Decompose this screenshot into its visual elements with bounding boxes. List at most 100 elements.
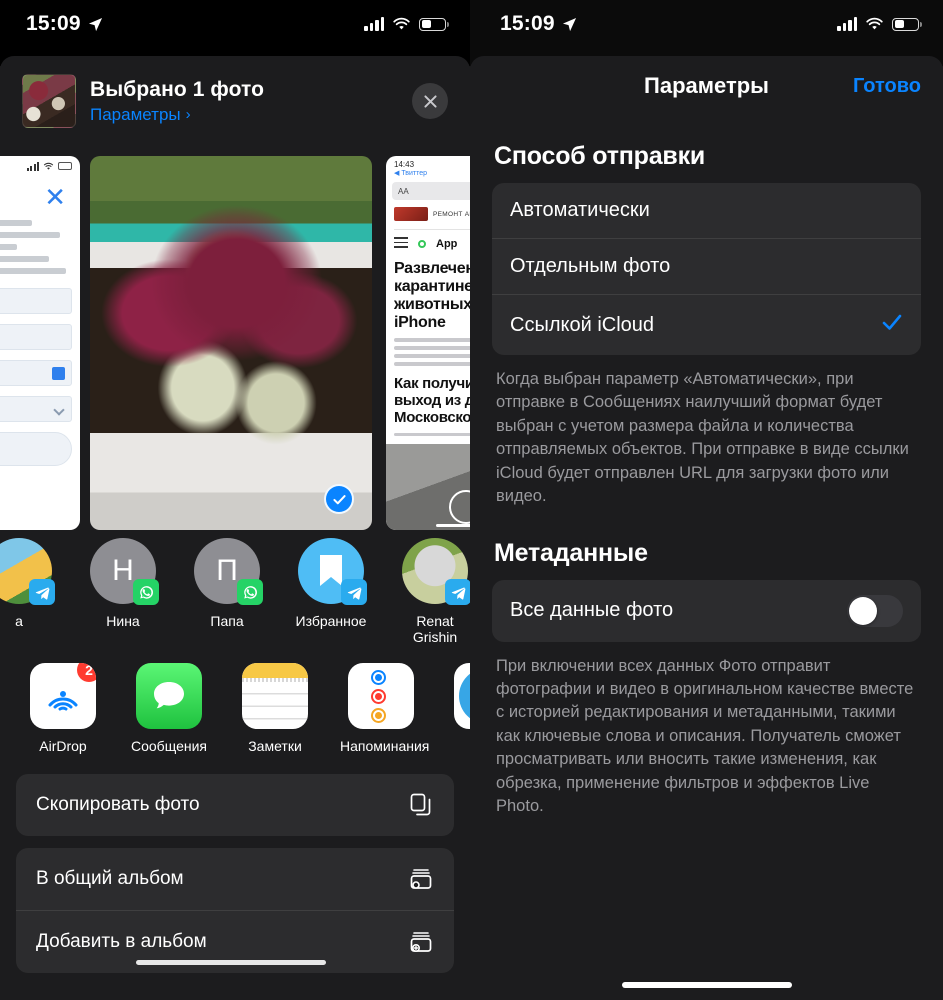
contact-item[interactable]: а [0, 538, 60, 645]
row-all-photo-data[interactable]: Все данные фото [492, 580, 921, 642]
telegram-icon [347, 586, 361, 600]
article-excerpt [394, 338, 470, 367]
toggle-label: Все данные фото [510, 599, 674, 622]
action-label: Скопировать фото [36, 794, 200, 816]
contact-item[interactable]: Renat Grishin [394, 538, 470, 645]
app-name: Te [446, 738, 470, 754]
telegram-badge [341, 579, 367, 605]
airdrop-icon: 2 [30, 663, 96, 730]
carousel-item-right-preview[interactable]: 14:43 ◀ Твиттер AA app [386, 156, 470, 530]
navigation-bar: Параметры Готово [470, 56, 943, 116]
whatsapp-icon [139, 585, 153, 599]
photo-thumbnail[interactable] [22, 74, 76, 128]
avatar: Н [90, 538, 159, 605]
app-name: AirDrop [39, 738, 87, 755]
preview-status-bar [0, 156, 80, 176]
telegram-icon [451, 586, 465, 600]
share-options-label: Параметры [90, 104, 181, 124]
share-sheet-title: Выбрано 1 фото [90, 77, 265, 101]
contact-item[interactable]: Н Нина [82, 538, 164, 645]
shared-album-icon [410, 869, 432, 890]
battery-icon [892, 17, 922, 31]
carousel-item-left-preview[interactable]: ✕ [0, 156, 80, 530]
app-item-telegram[interactable]: Te [446, 663, 470, 754]
contact-name: Избранное [295, 613, 367, 629]
photo-carousel[interactable]: ✕ 14:43 ◀ Твиттер AA РЕМОНТ A App Развле… [0, 144, 470, 530]
app-name: Заметки [248, 738, 302, 755]
action-shared-album[interactable]: В общий альбом [16, 848, 454, 910]
circle-icon [418, 239, 426, 248]
option-label: Автоматически [510, 199, 650, 221]
contact-name: Папа [210, 613, 244, 629]
status-bar-right-group [837, 17, 922, 31]
app-item-reminders[interactable]: Напоминания [340, 663, 430, 755]
preview-paragraph [0, 210, 80, 274]
done-button[interactable]: Готово [853, 75, 921, 98]
apps-row[interactable]: 2 AirDrop Сообщения Заметки Напоминания [0, 645, 470, 754]
status-bar-right-group [364, 17, 449, 31]
cellular-bars-icon [837, 17, 857, 31]
site-logo: РЕМОНТ APPLE [394, 207, 470, 221]
app-item-airdrop[interactable]: 2 AirDrop [22, 663, 104, 754]
option-individual-photo[interactable]: Отдельным фото [492, 238, 921, 294]
app-item-messages[interactable]: Сообщения [128, 663, 210, 754]
contacts-row[interactable]: а Н Нина П Папа Избранное Renat Grishin [0, 522, 470, 645]
battery-icon [419, 17, 449, 31]
option-label: Отдельным фото [510, 255, 671, 277]
share-sheet-titles: Выбрано 1 фото Параметры › [90, 78, 412, 125]
avatar-initial: П [216, 554, 238, 587]
chevron-right-icon: › [185, 106, 191, 123]
location-arrow-icon [562, 17, 576, 31]
preview-address-bar[interactable]: AA app [392, 182, 470, 200]
whatsapp-icon [243, 585, 257, 599]
send-method-group: Автоматически Отдельным фото Ссылкой iCl… [492, 183, 921, 355]
action-copy-photo[interactable]: Скопировать фото [16, 774, 454, 836]
selected-check-icon [881, 311, 903, 339]
status-bar-left: 15:09 [0, 0, 470, 48]
article-byline [394, 432, 470, 436]
reminders-icon [348, 663, 414, 730]
wifi-icon [393, 17, 410, 30]
cellular-bars-icon [364, 17, 384, 31]
article-headline-2: Как получить выход из дома и Московской [394, 375, 470, 426]
site-nav: App [394, 229, 470, 251]
avatar [402, 538, 470, 605]
left-phone-screen: 15:09 Выбрано 1 фото Параметры › ✕ 14:43… [0, 0, 470, 1000]
site-logo-text: РЕМОНТ APPLE [433, 210, 470, 218]
telegram-icon [35, 586, 49, 600]
close-button[interactable] [412, 83, 448, 119]
messages-icon [136, 663, 202, 730]
text-size-button[interactable]: AA [398, 187, 409, 196]
contact-item[interactable]: П Папа [186, 538, 268, 645]
app-name: Напоминания [340, 738, 430, 755]
check-icon [882, 314, 902, 330]
preview-form-fields [0, 280, 80, 466]
contact-item[interactable]: Избранное [290, 538, 372, 645]
carousel-item-main-photo[interactable] [90, 156, 372, 530]
photo-selected-check[interactable] [324, 484, 354, 514]
home-indicator [621, 982, 792, 988]
action-label: Добавить в альбом [36, 931, 207, 953]
app-item-notes[interactable]: Заметки [234, 663, 316, 754]
redaction-strike [136, 960, 326, 966]
option-label: Ссылкой iCloud [510, 313, 655, 336]
actions-list: Скопировать фото В общий альбом Добавить… [0, 754, 470, 974]
telegram-circle [459, 668, 470, 725]
bookmark-icon [320, 555, 342, 586]
share-options-link[interactable]: Параметры › [90, 105, 412, 125]
option-automatic[interactable]: Автоматически [492, 183, 921, 238]
contact-name: а [15, 613, 23, 629]
dual-screenshot-comparison: 15:09 Выбрано 1 фото Параметры › ✕ 14:43… [0, 0, 943, 1000]
actions-group-albums: В общий альбом Добавить в альбом [16, 848, 454, 974]
close-icon [423, 94, 437, 108]
all-photo-data-toggle[interactable] [847, 594, 903, 627]
option-icloud-link[interactable]: Ссылкой iCloud [492, 294, 921, 355]
preview-back-link[interactable]: ◀ Твиттер [386, 169, 470, 177]
wifi-icon [43, 162, 54, 170]
article-headline-1: Развлечения в карантине: животных в iPho… [394, 259, 470, 331]
menu-icon[interactable] [394, 237, 408, 251]
wifi-icon [866, 17, 883, 30]
right-phone-screen: 15:09 Параметры Готово Способ отправки А… [470, 0, 943, 1000]
page-title: Параметры [644, 73, 769, 98]
preview-time: 14:43 [394, 160, 415, 169]
